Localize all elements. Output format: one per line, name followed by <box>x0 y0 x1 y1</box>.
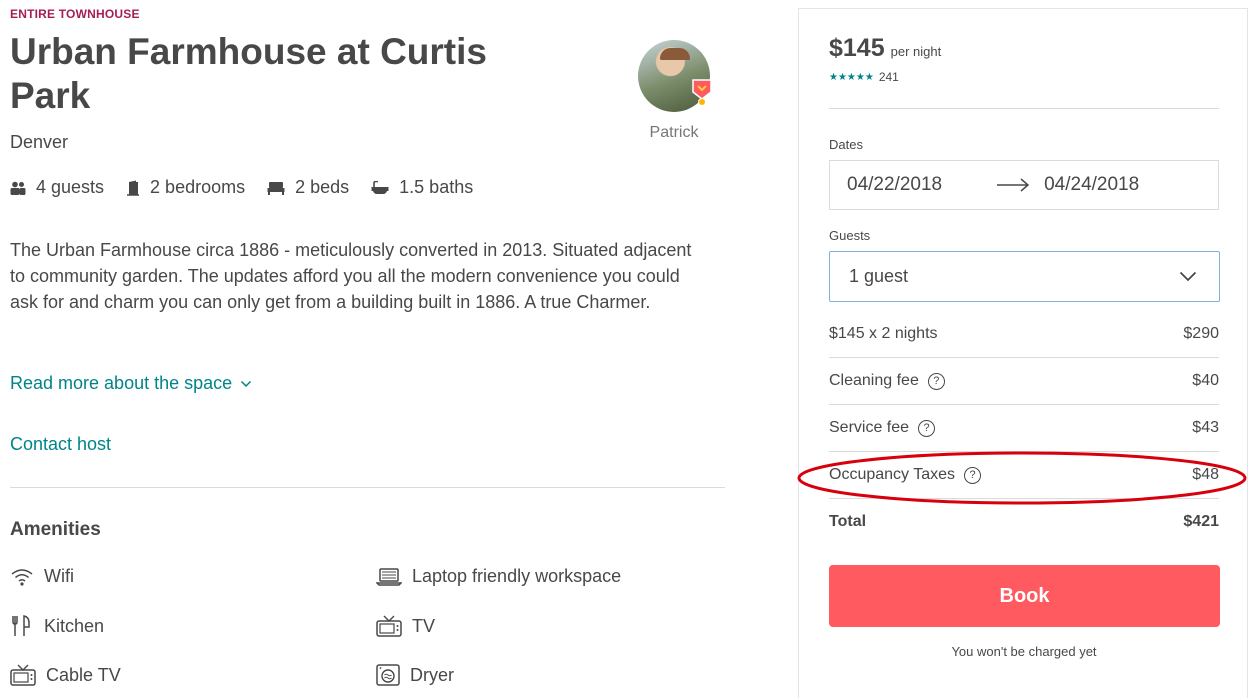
tv-icon <box>376 615 402 637</box>
guests-value: 1 guest <box>849 266 909 286</box>
fact-baths-label: 1.5 baths <box>399 177 474 197</box>
amenity-laptop-workspace: Laptop friendly workspace <box>376 566 621 587</box>
arrow-right-icon <box>996 178 1030 192</box>
rating-stars: ★★★★★ <box>829 71 874 83</box>
fact-bedrooms: 2 bedrooms <box>126 177 245 198</box>
fact-baths: 1.5 baths <box>371 177 473 198</box>
fact-bedrooms-label: 2 bedrooms <box>150 177 246 197</box>
dates-label: Dates <box>829 137 863 152</box>
fact-guests-label: 4 guests <box>36 177 105 197</box>
superhost-badge-icon <box>692 79 712 106</box>
amenity-label: Kitchen <box>44 615 105 636</box>
line-amount: $290 <box>1183 325 1219 342</box>
guests-select[interactable]: 1 guest <box>829 251 1220 302</box>
chevron-down-icon <box>241 380 252 387</box>
book-button[interactable]: Book <box>829 565 1220 627</box>
booking-panel: $145 per night ★★★★★ 241 Dates 04/22/201… <box>798 8 1248 698</box>
help-icon[interactable]: ? <box>927 372 945 390</box>
amenity-tv: TV <box>376 615 435 637</box>
line-label: Occupancy Taxes <box>829 466 955 483</box>
line-amount: $48 <box>1192 466 1219 483</box>
check-in-date[interactable]: 04/22/2018 <box>847 174 942 196</box>
amenity-label: Laptop friendly workspace <box>412 566 622 586</box>
host-profile[interactable]: Patrick <box>636 40 712 142</box>
review-count: 241 <box>878 70 899 84</box>
nightly-price: $145 <box>829 34 885 62</box>
panel-divider <box>829 404 1219 405</box>
chevron-down-icon <box>1179 271 1197 282</box>
amenity-wifi: Wifi <box>10 566 74 587</box>
amenities-heading: Amenities <box>10 519 101 540</box>
tv-icon <box>10 664 36 686</box>
total-row: Total $421 <box>829 513 1219 531</box>
amenity-cable-tv: Cable TV <box>10 664 121 686</box>
listing-details: ENTIRE TOWNHOUSE Urban Farmhouse at Curt… <box>10 0 725 689</box>
amenity-dryer: Dryer <box>376 664 454 686</box>
price-per-night: $145 per night <box>829 34 941 63</box>
read-more-link[interactable]: Read more about the space <box>10 373 252 394</box>
total-label: Total <box>829 513 867 530</box>
panel-divider <box>829 451 1219 452</box>
amenity-label: Cable TV <box>46 664 121 685</box>
amenity-kitchen: Kitchen <box>10 615 104 637</box>
nightly-subtotal-row: $145 x 2 nights $290 <box>829 325 1219 343</box>
guests-label: Guests <box>829 228 871 243</box>
fact-beds: 2 beds <box>267 177 349 198</box>
no-charge-note: You won't be charged yet <box>951 644 1097 659</box>
guests-icon <box>10 181 26 195</box>
bed-icon <box>267 181 285 195</box>
amenity-label: TV <box>412 615 436 636</box>
fact-guests: 4 guests <box>10 177 104 198</box>
occupancy-taxes-row: Occupancy Taxes? $48 <box>829 466 1219 484</box>
page-title: Urban Farmhouse at Curtis Park <box>10 31 487 116</box>
line-label: Cleaning fee <box>829 372 919 389</box>
read-more-label: Read more about the space <box>10 373 233 393</box>
fork-knife-icon <box>12 615 30 636</box>
help-icon[interactable]: ? <box>918 419 936 437</box>
dryer-icon <box>376 664 400 686</box>
date-range-picker: 04/22/2018 04/24/2018 <box>829 160 1219 210</box>
amenity-label: Dryer <box>410 664 454 685</box>
host-name[interactable]: Patrick <box>636 124 712 142</box>
per-night-label: per night <box>890 44 942 59</box>
help-icon[interactable]: ? <box>964 466 981 484</box>
listing-city: Denver <box>10 132 69 152</box>
contact-host-link[interactable]: Contact host <box>10 434 111 455</box>
door-icon <box>127 180 140 196</box>
bath-icon <box>371 180 389 194</box>
line-label: $145 x 2 nights <box>829 325 938 342</box>
wifi-icon <box>11 568 33 586</box>
check-out-date[interactable]: 04/24/2018 <box>1044 174 1139 196</box>
panel-divider <box>829 498 1219 499</box>
panel-divider <box>829 108 1219 109</box>
listing-type: ENTIRE TOWNHOUSE <box>10 7 140 21</box>
service-fee-row: Service fee? $43 <box>829 419 1219 437</box>
listing-description: The Urban Farmhouse circa 1886 - meticul… <box>10 240 692 312</box>
line-amount: $40 <box>1192 372 1219 389</box>
section-divider <box>10 487 725 488</box>
rating-summary[interactable]: ★★★★★ 241 <box>829 70 899 84</box>
amenity-label: Wifi <box>44 566 74 586</box>
total-amount: $421 <box>1183 513 1219 530</box>
listing-facts: 4 guests 2 bedrooms 2 beds 1.5 baths <box>10 177 495 198</box>
line-amount: $43 <box>1192 419 1219 436</box>
cleaning-fee-row: Cleaning fee? $40 <box>829 372 1219 390</box>
fact-beds-label: 2 beds <box>295 177 350 197</box>
line-label: Service fee <box>829 419 910 436</box>
panel-divider <box>829 357 1219 358</box>
laptop-icon <box>376 567 402 586</box>
